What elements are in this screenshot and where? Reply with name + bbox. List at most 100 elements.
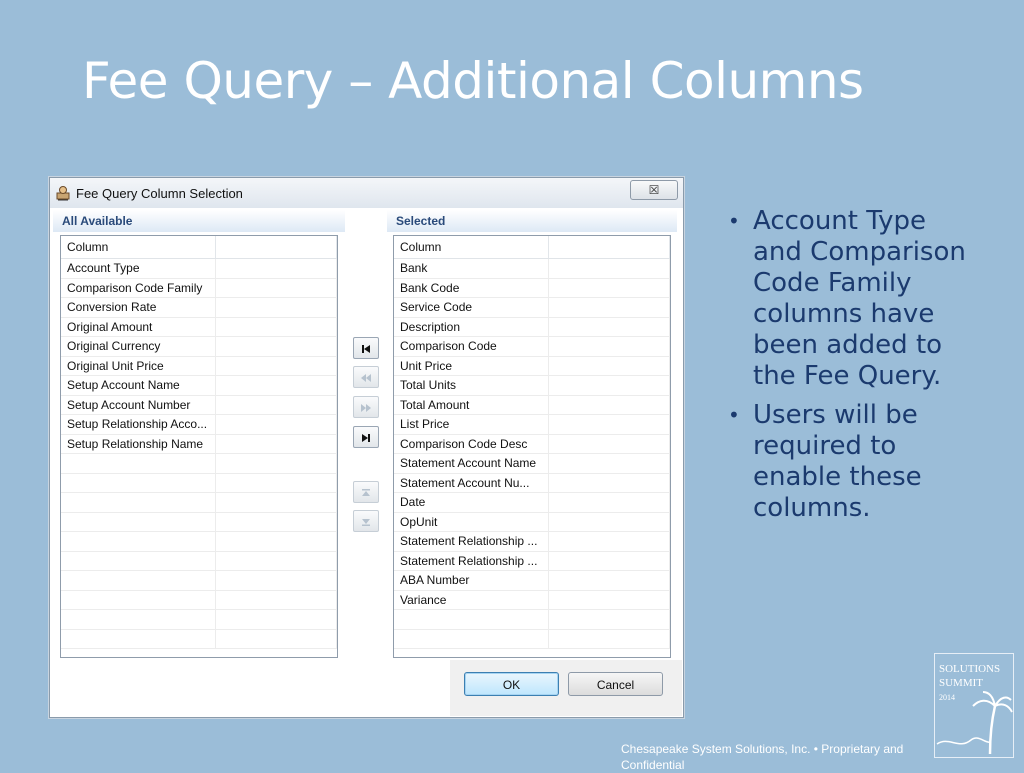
list-item	[61, 473, 337, 493]
list-item[interactable]: Description	[394, 317, 670, 337]
logo-text-line2: SUMMIT	[939, 677, 983, 689]
list-item	[61, 493, 337, 513]
column-name-cell: Setup Relationship Acco...	[61, 415, 216, 434]
footer-text: Chesapeake System Solutions, Inc. • Prop…	[621, 742, 904, 772]
extra-cell	[549, 395, 670, 414]
list-item[interactable]: Variance	[394, 590, 670, 610]
extra-cell	[549, 376, 670, 395]
column-name-cell: Comparison Code	[394, 337, 549, 356]
column-name-cell: Bank Code	[394, 278, 549, 297]
list-item[interactable]: Comparison Code	[394, 337, 670, 357]
move-left-button[interactable]	[353, 366, 379, 388]
column-name-cell	[61, 532, 216, 551]
extra-cell	[549, 551, 670, 570]
list-item	[61, 551, 337, 571]
extra-cell	[549, 356, 670, 375]
list-item	[61, 512, 337, 532]
list-item[interactable]: Setup Relationship Name	[61, 434, 337, 454]
extra-cell	[216, 454, 337, 473]
column-name-cell	[61, 629, 216, 648]
list-item[interactable]: Unit Price	[394, 356, 670, 376]
list-item[interactable]: Total Amount	[394, 395, 670, 415]
list-item[interactable]: Original Amount	[61, 317, 337, 337]
extra-cell	[216, 278, 337, 297]
extra-cell	[216, 415, 337, 434]
move-all-left-button[interactable]	[353, 337, 379, 359]
last-icon	[362, 434, 370, 443]
column-name-cell	[61, 512, 216, 531]
double-right-icon	[361, 404, 371, 413]
list-item[interactable]: Original Currency	[61, 337, 337, 357]
list-item[interactable]: Setup Account Name	[61, 376, 337, 396]
column-name-cell: Statement Relationship ...	[394, 532, 549, 551]
extra-cell	[549, 434, 670, 453]
extra-cell	[216, 317, 337, 336]
list-item[interactable]: OpUnit	[394, 512, 670, 532]
list-item[interactable]: Service Code	[394, 298, 670, 318]
list-item[interactable]: ABA Number	[394, 571, 670, 591]
list-item[interactable]: Setup Relationship Acco...	[61, 415, 337, 435]
column-name-cell	[61, 551, 216, 570]
cancel-button[interactable]: Cancel	[568, 672, 663, 696]
solutions-summit-logo: SOLUTIONS SUMMIT 2014	[934, 653, 1014, 758]
extra-cell	[216, 259, 337, 278]
list-item[interactable]: List Price	[394, 415, 670, 435]
column-name-cell	[61, 571, 216, 590]
query-icon	[55, 185, 71, 201]
column-name-cell: OpUnit	[394, 512, 549, 531]
available-list-header: Column	[61, 236, 337, 259]
selected-header: Selected	[387, 210, 677, 232]
column-name-cell	[61, 493, 216, 512]
close-icon: ☒	[648, 183, 660, 197]
list-item[interactable]: Bank Code	[394, 278, 670, 298]
list-item[interactable]: Statement Account Nu...	[394, 473, 670, 493]
move-right-button[interactable]	[353, 396, 379, 418]
list-item[interactable]: Comparison Code Desc	[394, 434, 670, 454]
list-item[interactable]: Statement Relationship ...	[394, 532, 670, 552]
move-up-button[interactable]	[353, 481, 379, 503]
extra-cell	[549, 532, 670, 551]
list-item[interactable]: Setup Account Number	[61, 395, 337, 415]
available-columns-list[interactable]: Column Account Type Comparison Code Famil…	[60, 235, 338, 658]
column-name-cell: Statement Account Nu...	[394, 473, 549, 492]
list-item[interactable]: Total Units	[394, 376, 670, 396]
close-button[interactable]: ☒	[630, 180, 678, 200]
column-name-cell: Service Code	[394, 298, 549, 317]
slide-title: Fee Query – Additional Columns	[82, 52, 864, 110]
list-item[interactable]: Account Type	[61, 259, 337, 279]
column-name-cell	[61, 610, 216, 629]
column-name-cell: List Price	[394, 415, 549, 434]
column-name-cell: Statement Account Name	[394, 454, 549, 473]
list-item[interactable]: Comparison Code Family	[61, 278, 337, 298]
list-item	[61, 629, 337, 649]
move-all-right-button[interactable]	[353, 426, 379, 448]
list-item[interactable]: Date	[394, 493, 670, 513]
list-item[interactable]: Bank	[394, 259, 670, 279]
selected-column-header[interactable]: Column	[394, 236, 549, 258]
list-item	[394, 610, 670, 630]
extra-cell	[549, 629, 670, 648]
extra-cell	[216, 356, 337, 375]
ok-button[interactable]: OK	[464, 672, 559, 696]
column-name-cell: Account Type	[61, 259, 216, 278]
selected-columns-list[interactable]: Column Bank Bank Code Service Code Descript…	[393, 235, 671, 658]
move-down-icon	[362, 519, 370, 527]
list-item[interactable]: Statement Account Name	[394, 454, 670, 474]
column-name-cell	[61, 473, 216, 492]
extra-cell	[549, 493, 670, 512]
column-name-cell: Original Unit Price	[61, 356, 216, 375]
selected-extra-header	[549, 236, 670, 258]
extra-cell	[216, 473, 337, 492]
move-down-button[interactable]	[353, 510, 379, 532]
extra-cell	[549, 473, 670, 492]
list-item	[61, 590, 337, 610]
list-item[interactable]: Original Unit Price	[61, 356, 337, 376]
column-name-cell: Original Currency	[61, 337, 216, 356]
list-item[interactable]: Statement Relationship ...	[394, 551, 670, 571]
available-column-header[interactable]: Column	[61, 236, 216, 258]
column-name-cell: Variance	[394, 590, 549, 609]
extra-cell	[549, 298, 670, 317]
extra-cell	[549, 571, 670, 590]
list-item[interactable]: Conversion Rate	[61, 298, 337, 318]
column-name-cell: Setup Account Number	[61, 395, 216, 414]
